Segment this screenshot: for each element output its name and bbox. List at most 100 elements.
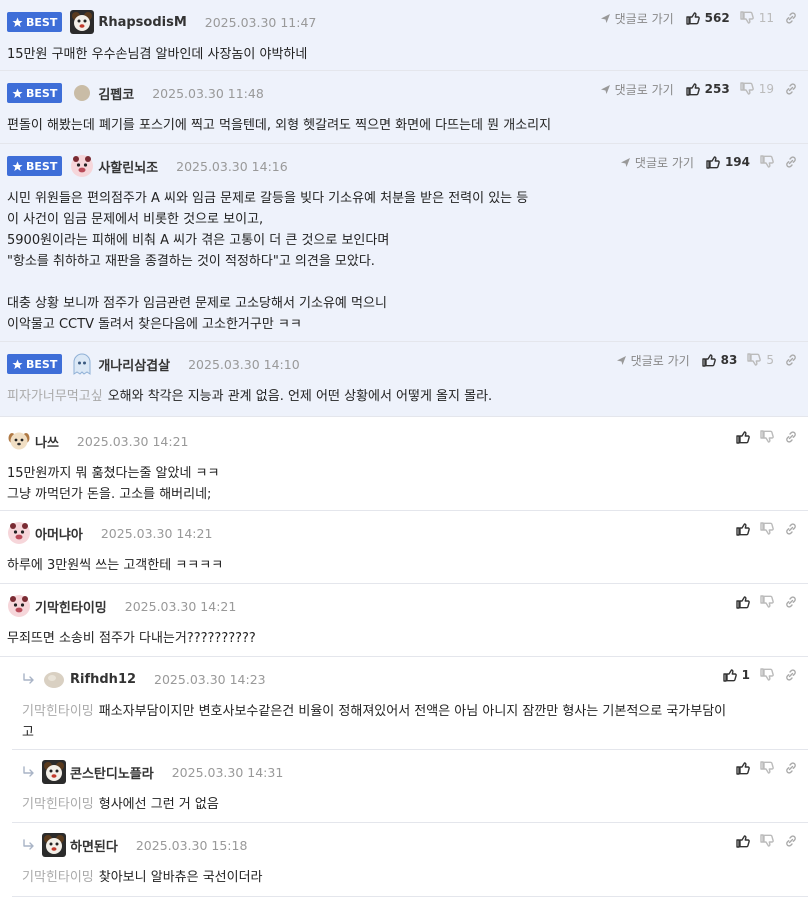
reply-arrow-icon <box>22 673 36 685</box>
upvote-button[interactable] <box>736 761 750 775</box>
share-link-button[interactable] <box>784 155 798 169</box>
share-link-button[interactable] <box>784 353 798 367</box>
best-comment: BEST RhapsodisM 2025.03.30 11:47 댓글로 가기 562 1… <box>0 0 808 71</box>
comment-date: 2025.03.30 11:47 <box>204 14 317 30</box>
upvote-button[interactable] <box>736 834 750 848</box>
share-link-button[interactable] <box>784 11 798 25</box>
downvote-button[interactable] <box>760 430 774 444</box>
comment-text: 무죄뜨면 소송비 점주가 다내는거?????????? <box>7 631 256 646</box>
comment-body: 시민 위원들은 편의점주가 A 씨와 임금 문제로 갈등을 빚다 기소유예 처분… <box>7 188 796 335</box>
downvote-button[interactable]: 11 <box>740 11 774 25</box>
comment-actions <box>736 594 798 610</box>
downvote-button[interactable] <box>760 668 774 682</box>
comment: 아머냐아 2025.03.30 14:21 하루에 3만원씩 쓰는 고객한테 ㅋㅋㅋ… <box>0 511 808 584</box>
go-to-comment-label: 댓글로 가기 <box>634 155 694 170</box>
share-link-button[interactable] <box>784 668 798 682</box>
comment: 기막힌타이밍 2025.03.30 14:21 무죄뜨면 소송비 점주가 다내는거?… <box>0 584 808 657</box>
mention-tag[interactable]: 기막힌타이밍 <box>22 797 94 812</box>
go-to-comment-link[interactable]: 댓글로 가기 <box>600 10 674 27</box>
author-name[interactable]: 사할린뇌조 <box>98 157 158 176</box>
comment-header: 기막힌타이밍 2025.03.30 14:21 <box>7 594 236 618</box>
share-link-button[interactable] <box>784 430 798 444</box>
upvote-button[interactable] <box>736 595 750 609</box>
bear-avatar-icon[interactable] <box>42 760 66 784</box>
share-link-button[interactable] <box>784 82 798 96</box>
author-name[interactable]: 개나리삼겹살 <box>98 355 170 374</box>
thumbs-down-icon <box>760 761 774 775</box>
thumbs-up-icon <box>722 668 737 682</box>
rock-avatar-icon[interactable] <box>42 667 66 691</box>
upvote-count: 83 <box>720 353 738 367</box>
bear-avatar-icon[interactable] <box>42 833 66 857</box>
ghost-avatar-icon[interactable] <box>70 352 94 376</box>
thumbs-down-icon <box>760 834 774 848</box>
upvote-button[interactable] <box>736 522 750 536</box>
comment-header: BEST 김펩코 2025.03.30 11:48 <box>7 81 264 105</box>
comment-date: 2025.03.30 14:21 <box>100 525 213 541</box>
comment-body: 피자가너무먹고싶 오해와 착각은 지능과 관계 없음. 언제 어떤 상황에서 어떻… <box>7 386 796 407</box>
thumbs-down-icon <box>747 353 762 367</box>
upvote-count: 1 <box>741 668 750 682</box>
upvote-button[interactable]: 253 <box>685 82 730 96</box>
share-link-button[interactable] <box>784 522 798 536</box>
comment-header: BEST RhapsodisM 2025.03.30 11:47 <box>7 10 316 34</box>
star-icon <box>12 88 23 99</box>
upvote-button[interactable]: 194 <box>706 155 750 169</box>
reply-arrow-icon <box>22 766 36 778</box>
mention-tag[interactable]: 기막힌타이밍 <box>22 870 94 885</box>
comment-actions: 댓글로 가기 562 11 <box>600 10 798 26</box>
author-name[interactable]: 하면된다 <box>70 836 118 855</box>
comment-body: 기막힌타이밍 찾아보니 알바츄은 국선이더라 <box>22 867 796 888</box>
best-label: BEST <box>26 357 58 371</box>
star-icon <box>12 17 23 28</box>
thumbs-up-icon <box>685 82 700 96</box>
share-link-button[interactable] <box>784 595 798 609</box>
thumbs-up-icon <box>736 834 750 848</box>
mention-tag[interactable]: 피자가너무먹고싶 <box>7 389 103 404</box>
share-link-icon <box>784 155 798 169</box>
downvote-button[interactable] <box>760 834 774 848</box>
downvote-button[interactable]: 19 <box>740 82 774 96</box>
comment-text: 15만원까지 뭐 훔쳤다는줄 알았네 ㅋㅋ 그냥 까먹던가 돈을. 고소를 해버… <box>7 466 220 502</box>
downvote-button[interactable] <box>760 155 774 169</box>
downvote-button[interactable] <box>760 522 774 536</box>
author-name[interactable]: 나쓰 <box>35 432 59 451</box>
author-name[interactable]: RhapsodisM <box>98 15 186 30</box>
pig-avatar-icon[interactable] <box>70 154 94 178</box>
bear-avatar-icon[interactable] <box>70 10 95 34</box>
thumbs-up-icon <box>685 11 700 25</box>
go-to-comment-link[interactable]: 댓글로 가기 <box>616 352 690 369</box>
upvote-button[interactable] <box>736 430 750 444</box>
pig-avatar-icon[interactable] <box>7 521 31 545</box>
downvote-button[interactable]: 5 <box>747 353 774 367</box>
pig-avatar-icon[interactable] <box>7 594 31 618</box>
reply-send-icon <box>616 355 627 366</box>
best-label: BEST <box>26 15 58 29</box>
author-name[interactable]: 아머냐아 <box>35 524 83 543</box>
thumbs-down-icon <box>760 430 774 444</box>
thumbs-up-icon <box>736 761 750 775</box>
go-to-comment-link[interactable]: 댓글로 가기 <box>620 154 694 171</box>
best-badge: BEST <box>7 354 63 374</box>
go-to-comment-link[interactable]: 댓글로 가기 <box>600 81 674 98</box>
comment-actions: 댓글로 가기 194 <box>620 154 798 170</box>
author-name[interactable]: 김펩코 <box>98 84 134 103</box>
upvote-button[interactable]: 562 <box>685 11 730 25</box>
downvote-button[interactable] <box>760 761 774 775</box>
upvote-button[interactable]: 83 <box>701 353 738 367</box>
thumbs-down-icon <box>740 11 754 25</box>
mention-tag[interactable]: 기막힌타이밍 <box>22 704 94 719</box>
default-avatar-icon[interactable] <box>70 81 94 105</box>
share-link-button[interactable] <box>784 761 798 775</box>
comment: 나쓰 2025.03.30 14:21 15만원까지 뭐 훔쳤다는줄 알았네 ㅋㅋ … <box>0 419 808 511</box>
author-name[interactable]: Rifhdh12 <box>70 672 136 687</box>
upvote-button[interactable]: 1 <box>722 668 750 682</box>
downvote-button[interactable] <box>760 595 774 609</box>
author-name[interactable]: 기막힌타이밍 <box>35 597 107 616</box>
comment-body: 15만원 구매한 우수손님겸 알바인데 사장놈이 야박하네 <box>7 44 796 65</box>
author-name[interactable]: 콘스탄디노플라 <box>70 763 154 782</box>
comment-text: 오해와 착각은 지능과 관계 없음. 언제 어떤 상황에서 어떻게 올지 몰라. <box>107 389 493 404</box>
puppy-avatar-icon[interactable] <box>7 429 31 453</box>
comment-body: 기막힌타이밍 패소자부담이지만 변호사보수같은건 비율이 정해져있어서 전액은 아… <box>22 701 796 743</box>
share-link-button[interactable] <box>784 834 798 848</box>
